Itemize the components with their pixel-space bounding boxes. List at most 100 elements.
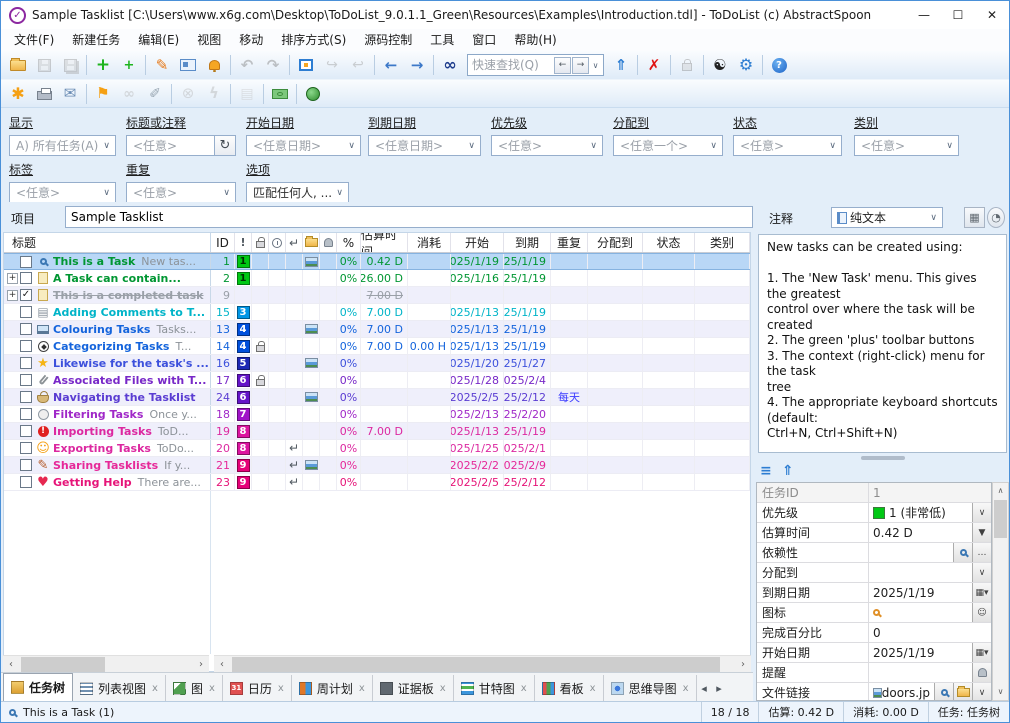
property-value[interactable] xyxy=(869,543,953,562)
dropdown-arrow-icon[interactable]: ∨ xyxy=(972,503,991,522)
splitter-grip[interactable] xyxy=(758,456,1007,461)
task-row[interactable]: ★Likewise for the task's ...1650%2025/1/… xyxy=(4,355,750,372)
broom-button[interactable]: ✐ xyxy=(142,82,168,106)
tab-close-icon[interactable]: x xyxy=(440,683,446,694)
scroll-left-icon[interactable]: ‹ xyxy=(214,659,230,670)
task-row[interactable]: Filtering TasksOnce y...1870%2025/2/1320… xyxy=(4,406,750,423)
asterisk-tool-button[interactable]: ✱ xyxy=(5,82,31,106)
column-header-reminder-icon[interactable] xyxy=(320,233,337,252)
menu-item-3[interactable]: 视图 xyxy=(188,29,230,51)
task-row[interactable]: ✎Sharing TasklistsIf y...219↵0%2025/2/22… xyxy=(4,457,750,474)
task-checkbox[interactable] xyxy=(20,323,32,335)
task-row[interactable]: ▤Adding Comments to T...1530%7.00 D2025/… xyxy=(4,304,750,321)
scroll-right-icon[interactable]: › xyxy=(193,659,209,670)
task-checkbox[interactable] xyxy=(20,272,32,284)
filter-select[interactable]: <任意日期>∨ xyxy=(246,135,361,156)
edit-task-button[interactable]: ✎ xyxy=(149,53,175,77)
scroll-button[interactable]: ▤ xyxy=(234,82,260,106)
property-value[interactable]: 2025/1/19 xyxy=(869,643,972,662)
filelink-find-button[interactable] xyxy=(934,683,953,701)
task-checkbox[interactable] xyxy=(20,425,32,437)
tab-board[interactable]: 证据板x xyxy=(373,675,454,701)
properties-scrollbar[interactable]: ∧ ∨ xyxy=(992,482,1009,701)
scroll-thumb[interactable] xyxy=(21,657,105,672)
filter-select[interactable]: 匹配任何人, ...∨ xyxy=(246,182,349,203)
email-button[interactable]: ✉ xyxy=(57,82,83,106)
undo-button[interactable]: ↶ xyxy=(234,53,260,77)
scroll-down-icon[interactable]: ∨ xyxy=(993,684,1008,700)
column-header-类别[interactable]: 类别 xyxy=(695,233,750,252)
dependency-edit-button[interactable]: … xyxy=(972,543,991,562)
column-header-%[interactable]: % xyxy=(337,233,361,252)
property-value[interactable] xyxy=(869,663,972,682)
scroll-thumb[interactable] xyxy=(232,657,720,672)
column-header-到期[interactable]: 到期 xyxy=(504,233,551,252)
column-header-状态[interactable]: 状态 xyxy=(643,233,695,252)
column-header-lock-icon[interactable] xyxy=(252,233,269,252)
refresh-icon[interactable]: ↻ xyxy=(215,135,236,156)
task-row[interactable]: Colouring TasksTasks...1340%7.00 D2025/1… xyxy=(4,321,750,338)
menu-item-7[interactable]: 工具 xyxy=(421,29,463,51)
task-row[interactable]: +A Task can contain...210%26.00 D2025/1/… xyxy=(4,270,750,287)
minimize-button[interactable]: — xyxy=(907,2,941,28)
tab-kanban[interactable]: 看板x xyxy=(535,675,604,701)
password-protect-button[interactable] xyxy=(674,53,700,77)
task-checkbox[interactable] xyxy=(20,306,32,318)
redo-button[interactable]: ↷ xyxy=(260,53,286,77)
help-button[interactable]: ? xyxy=(766,53,792,77)
spin-down-icon[interactable]: ▼ xyxy=(972,523,991,542)
new-task-button[interactable]: + xyxy=(90,53,116,77)
menu-item-8[interactable]: 窗口 xyxy=(463,29,505,51)
icon-picker-button[interactable]: ☺ xyxy=(972,603,991,622)
filter-select[interactable]: <任意>∨ xyxy=(9,182,116,203)
task-row[interactable]: +✓This is a completed task97.00 D xyxy=(4,287,750,304)
task-checkbox[interactable] xyxy=(20,459,32,471)
reminder-bell-button[interactable] xyxy=(972,663,991,682)
project-input[interactable] xyxy=(65,206,753,228)
scroll-left-icon[interactable]: ‹ xyxy=(3,659,19,670)
calendar-dropdown-button[interactable]: ▦▾ xyxy=(972,643,991,662)
column-header-clock-icon[interactable] xyxy=(269,233,286,252)
property-value[interactable]: 0.42 D xyxy=(869,523,972,542)
tab-close-icon[interactable]: x xyxy=(521,683,527,694)
task-checkbox[interactable] xyxy=(20,340,32,352)
task-row[interactable]: !Importing TasksToD...1980%7.00 D2025/1/… xyxy=(4,423,750,440)
delete-task-button[interactable]: ✗ xyxy=(641,53,667,77)
tab-weekplan[interactable]: 周计划x xyxy=(292,675,373,701)
yin-yang-button[interactable]: ☯ xyxy=(707,53,733,77)
task-comments[interactable]: New tasks can be created using: 1. The '… xyxy=(758,234,1007,453)
task-checkbox[interactable] xyxy=(20,476,32,488)
indent-task-button[interactable]: ↪ xyxy=(319,53,345,77)
tab-tasktree[interactable]: 任务树 xyxy=(3,673,73,701)
tab-calendar[interactable]: 31日历x xyxy=(223,675,292,701)
comments-layout-button[interactable]: ▦ xyxy=(964,207,985,228)
menu-item-0[interactable]: 文件(F) xyxy=(5,29,63,51)
comments-clock-button[interactable]: ◔ xyxy=(987,207,1005,228)
flag-button[interactable]: ⚑ xyxy=(90,82,116,106)
menu-item-9[interactable]: 帮助(H) xyxy=(505,29,565,51)
tab-close-icon[interactable]: x xyxy=(683,683,689,694)
tab-listview[interactable]: 列表视图x xyxy=(73,675,166,701)
tab-close-icon[interactable]: x xyxy=(590,683,596,694)
expand-icon[interactable]: + xyxy=(7,273,18,284)
menu-item-1[interactable]: 新建任务 xyxy=(63,29,129,51)
filelink-browse-button[interactable] xyxy=(953,683,972,701)
column-header-重复[interactable]: 重复 xyxy=(551,233,588,252)
open-tasklist-button[interactable] xyxy=(5,53,31,77)
task-row[interactable]: Categorizing TasksT...1440%7.00 D0.00 H2… xyxy=(4,338,750,355)
scroll-right-icon[interactable]: › xyxy=(735,659,751,670)
task-checkbox[interactable] xyxy=(20,442,32,454)
dropdown-arrow-icon[interactable]: ∨ xyxy=(972,563,991,582)
tab-gantt[interactable]: 甘特图x xyxy=(454,675,535,701)
print-button[interactable] xyxy=(31,82,57,106)
property-value[interactable]: 1 (非常低) xyxy=(869,503,972,522)
filter-select[interactable]: <任意>∨ xyxy=(491,135,603,156)
comments-format-select[interactable]: 纯文本 ∨ xyxy=(831,207,943,228)
columns-h-scrollbar[interactable]: ‹ › xyxy=(214,655,751,672)
tree-h-scrollbar[interactable]: ‹ › xyxy=(3,655,209,672)
expand-icon[interactable]: + xyxy=(7,290,18,301)
property-value[interactable] xyxy=(869,603,972,622)
globe-button[interactable] xyxy=(300,82,326,106)
next-task-button[interactable]: → xyxy=(404,53,430,77)
column-header-开始[interactable]: 开始 xyxy=(451,233,504,252)
